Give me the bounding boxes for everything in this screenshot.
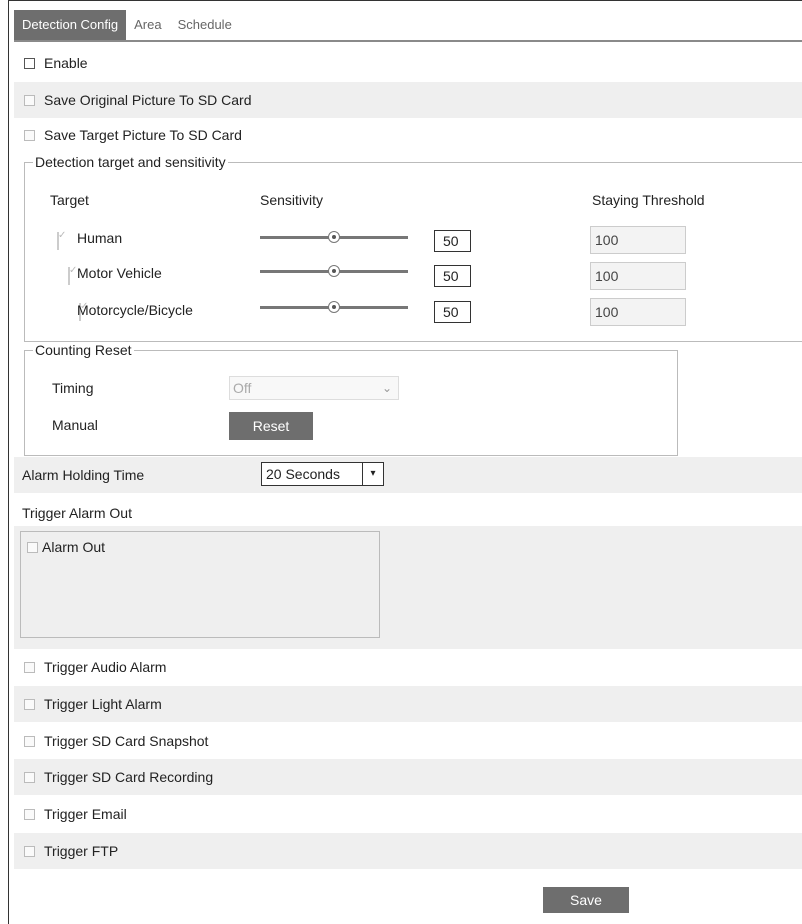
timing-select[interactable]: Off ⌄ bbox=[229, 376, 399, 400]
enable-row[interactable]: Enable bbox=[14, 45, 802, 81]
motor-vehicle-slider-thumb[interactable] bbox=[328, 265, 340, 277]
save-original-row[interactable]: Save Original Picture To SD Card bbox=[14, 82, 802, 118]
col-threshold-header: Staying Threshold bbox=[592, 192, 705, 208]
detection-legend: Detection target and sensitivity bbox=[35, 154, 226, 170]
motor-vehicle-threshold-input[interactable]: 100 bbox=[590, 262, 686, 290]
trigger-recording-row[interactable]: Trigger SD Card Recording bbox=[14, 759, 802, 795]
enable-label: Enable bbox=[44, 55, 88, 71]
enable-checkbox[interactable] bbox=[24, 57, 35, 69]
motorcycle-bicycle-slider-thumb[interactable] bbox=[328, 301, 340, 313]
motor-vehicle-label: Motor Vehicle bbox=[77, 265, 162, 281]
chevron-down-icon: ⌄ bbox=[381, 381, 392, 395]
save-target-label: Save Target Picture To SD Card bbox=[44, 127, 242, 143]
tab-bar: Detection Config Area Schedule bbox=[14, 10, 240, 40]
human-label: Human bbox=[77, 230, 123, 246]
trigger-ftp-checkbox[interactable] bbox=[24, 845, 35, 857]
motorcycle-bicycle-label: Motorcycle/Bicycle bbox=[77, 302, 193, 318]
trigger-light-label: Trigger Light Alarm bbox=[44, 696, 162, 712]
trigger-ftp-label: Trigger FTP bbox=[44, 843, 119, 859]
trigger-audio-label: Trigger Audio Alarm bbox=[44, 659, 167, 675]
trigger-audio-checkbox[interactable] bbox=[24, 661, 35, 673]
timing-select-value: Off bbox=[233, 380, 252, 396]
save-original-checkbox[interactable] bbox=[24, 94, 35, 106]
trigger-snapshot-checkbox[interactable] bbox=[24, 735, 35, 747]
trigger-alarm-out-label: Trigger Alarm Out bbox=[22, 505, 132, 521]
chevron-down-icon: ▾ bbox=[362, 463, 383, 485]
trigger-email-label: Trigger Email bbox=[44, 806, 127, 822]
trigger-audio-row[interactable]: Trigger Audio Alarm bbox=[14, 649, 802, 685]
trigger-email-checkbox[interactable] bbox=[24, 808, 35, 820]
save-button[interactable]: Save bbox=[543, 887, 629, 913]
human-sensitivity-value: 50 bbox=[434, 230, 471, 252]
motor-vehicle-sensitivity-value: 50 bbox=[434, 265, 471, 287]
alarm-out-checkbox[interactable] bbox=[27, 541, 38, 553]
motorcycle-bicycle-threshold-input[interactable]: 100 bbox=[590, 298, 686, 326]
trigger-recording-label: Trigger SD Card Recording bbox=[44, 769, 214, 785]
col-target-header: Target bbox=[50, 192, 89, 208]
tab-area[interactable]: Area bbox=[126, 10, 169, 40]
trigger-light-row[interactable]: Trigger Light Alarm bbox=[14, 686, 802, 722]
alarm-out-label: Alarm Out bbox=[42, 539, 106, 555]
motorcycle-bicycle-sensitivity-value: 50 bbox=[434, 301, 471, 323]
human-threshold-input[interactable]: 100 bbox=[590, 226, 686, 254]
tab-detection-config[interactable]: Detection Config bbox=[14, 10, 127, 40]
trigger-snapshot-label: Trigger SD Card Snapshot bbox=[44, 733, 209, 749]
save-target-row[interactable]: Save Target Picture To SD Card bbox=[14, 117, 802, 153]
human-slider-thumb[interactable] bbox=[328, 231, 340, 243]
alarm-out-box: Alarm Out bbox=[20, 531, 380, 638]
trigger-email-row[interactable]: Trigger Email bbox=[14, 796, 802, 832]
alarm-holding-value: 20 Seconds bbox=[266, 466, 340, 482]
human-checkbox[interactable] bbox=[57, 232, 59, 250]
manual-label: Manual bbox=[52, 417, 98, 433]
alarm-holding-row: Alarm Holding Time bbox=[14, 457, 802, 493]
trigger-recording-checkbox[interactable] bbox=[24, 771, 35, 783]
col-sensitivity-header: Sensitivity bbox=[260, 192, 324, 208]
counting-reset-legend: Counting Reset bbox=[35, 342, 132, 358]
trigger-light-checkbox[interactable] bbox=[24, 698, 35, 710]
alarm-holding-label: Alarm Holding Time bbox=[22, 467, 145, 483]
reset-button[interactable]: Reset bbox=[229, 412, 313, 440]
tab-underline bbox=[14, 40, 802, 42]
trigger-snapshot-row[interactable]: Trigger SD Card Snapshot bbox=[14, 723, 802, 759]
timing-label: Timing bbox=[52, 380, 94, 396]
trigger-ftp-row[interactable]: Trigger FTP bbox=[14, 833, 802, 869]
alarm-holding-select[interactable]: 20 Seconds ▾ bbox=[261, 462, 384, 486]
save-target-checkbox[interactable] bbox=[24, 129, 35, 141]
save-original-label: Save Original Picture To SD Card bbox=[44, 92, 252, 108]
motor-vehicle-checkbox[interactable] bbox=[68, 267, 70, 285]
tab-schedule[interactable]: Schedule bbox=[170, 10, 240, 40]
